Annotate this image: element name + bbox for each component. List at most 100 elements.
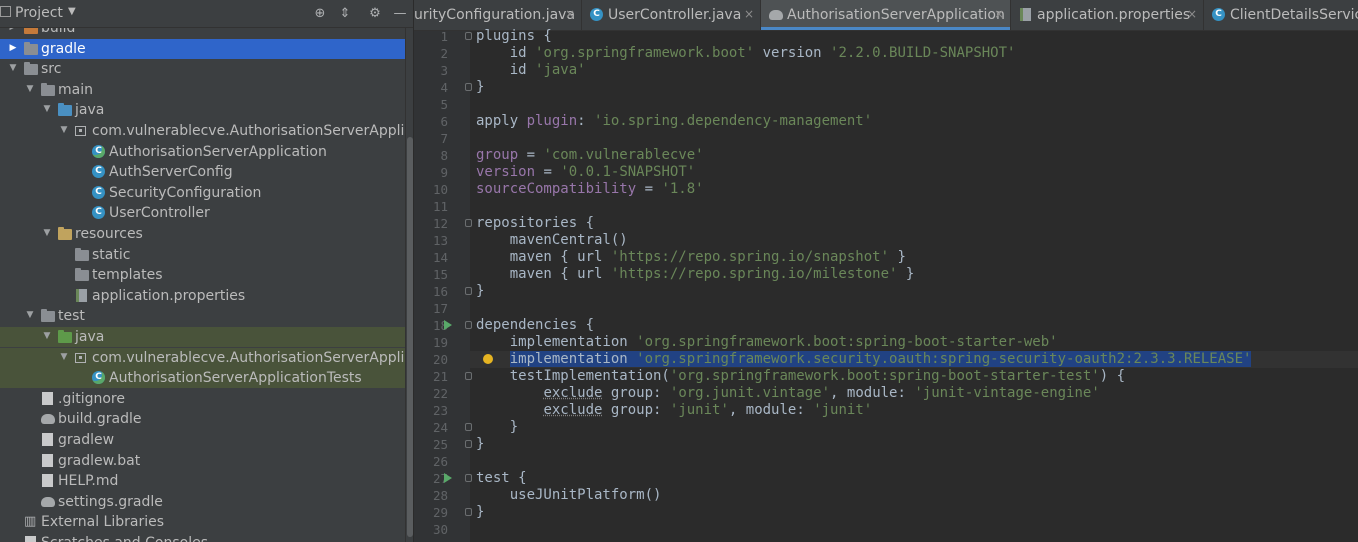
tree-row[interactable]: ▼ java (0, 100, 405, 120)
intention-bulb-icon[interactable] (483, 354, 493, 364)
chevron-down-icon[interactable]: ▼ (42, 104, 52, 114)
editor-gutter[interactable]: 1 2 3 4 5 6 7 8 9 10 11 12 13 14 15 16 17 18 19 20 21 22 23 24 2… (414, 28, 470, 542)
line-number[interactable]: 10 (414, 181, 448, 198)
chevron-down-icon[interactable]: ▼ (42, 331, 52, 341)
fold-marker-icon[interactable] (465, 321, 472, 329)
code-line[interactable]: version = '0.0.1-SNAPSHOT' (476, 164, 695, 181)
code-line[interactable]: exclude group: 'junit', module: 'junit' (476, 402, 872, 419)
close-icon[interactable]: × (565, 7, 575, 21)
code-line[interactable]: id 'org.springframework.boot' version '2… (476, 45, 1016, 62)
editor-tab[interactable]: AuthorisationServerApplication × (761, 0, 1010, 30)
tree-row[interactable]: ▼ src (0, 59, 405, 79)
fold-marker-icon[interactable] (465, 423, 472, 431)
line-number[interactable]: 8 (414, 147, 448, 164)
line-number[interactable]: 29 (414, 504, 448, 521)
chevron-down-icon[interactable]: ▼ (59, 352, 69, 362)
tree-row[interactable]: ▼ test (0, 306, 405, 326)
code-line[interactable]: } (476, 419, 518, 436)
tree-row[interactable]: ▼ main (0, 80, 405, 100)
chevron-down-icon[interactable]: ▼ (25, 310, 35, 320)
tree-row[interactable]: ▶ gradle (0, 38, 405, 59)
code-line[interactable]: id 'java' (476, 62, 586, 79)
line-number[interactable]: 11 (414, 198, 448, 215)
code-line[interactable]: } (476, 436, 484, 453)
code-line[interactable]: useJUnitPlatform() (476, 487, 662, 504)
code-line[interactable]: } (476, 504, 484, 521)
line-number[interactable]: 18 (414, 317, 448, 334)
line-number[interactable]: 3 (414, 62, 448, 79)
tree-row[interactable]: C AuthorisationServerApplication (0, 142, 405, 162)
code-line[interactable]: dependencies { (476, 317, 594, 334)
project-panel-title[interactable]: Project (15, 5, 63, 21)
chevron-down-icon[interactable]: ▼ (42, 228, 52, 238)
tree-row[interactable]: settings.gradle (0, 492, 405, 512)
code-line[interactable]: repositories { (476, 215, 594, 232)
tree-row[interactable]: gradlew.bat (0, 451, 405, 471)
code-editor[interactable]: 1 2 3 4 5 6 7 8 9 10 11 12 13 14 15 16 17 18 19 20 21 22 23 24 2… (414, 28, 1358, 542)
tree-row[interactable]: C AuthServerConfig (0, 162, 405, 182)
line-number[interactable]: 28 (414, 487, 448, 504)
line-number[interactable]: 26 (414, 453, 448, 470)
code-line[interactable]: testImplementation('org.springframework.… (476, 368, 1125, 385)
chevron-down-icon[interactable]: ▼ (25, 84, 35, 94)
editor-tab[interactable]: C ClientDetailsServiceE (1204, 0, 1358, 30)
tree-row[interactable]: ▼ com.vulnerablecve.AuthorisationServerAp… (0, 121, 413, 141)
code-line[interactable]: maven { url 'https://repo.spring.io/mile… (476, 266, 915, 283)
line-number[interactable]: 13 (414, 232, 448, 249)
line-number[interactable]: 16 (414, 283, 448, 300)
run-gutter-icon[interactable] (444, 320, 452, 330)
fold-marker-icon[interactable] (465, 508, 472, 516)
gear-icon[interactable]: ⚙ (367, 6, 383, 21)
line-number[interactable]: 22 (414, 385, 448, 402)
editor-tab[interactable]: C UserController.java × (582, 0, 760, 30)
code-line[interactable]: maven { url 'https://repo.spring.io/snap… (476, 249, 906, 266)
tree-row[interactable]: C AuthorisationServerApplicationTests (0, 368, 405, 389)
line-number[interactable]: 15 (414, 266, 448, 283)
line-number[interactable]: 7 (414, 130, 448, 147)
tree-row[interactable]: C UserController (0, 203, 405, 223)
tree-row[interactable]: static (0, 245, 405, 265)
line-number[interactable]: 19 (414, 334, 448, 351)
close-icon[interactable]: × (1187, 7, 1197, 21)
fold-marker-icon[interactable] (465, 287, 472, 295)
code-line[interactable]: group = 'com.vulnerablecve' (476, 147, 704, 164)
line-number[interactable]: 9 (414, 164, 448, 181)
editor-tab[interactable]: application.properties × (1011, 0, 1203, 30)
tree-row[interactable]: ▥ External Libraries (0, 512, 405, 532)
fold-marker-icon[interactable] (465, 83, 472, 91)
tree-row[interactable]: HELP.md (0, 471, 405, 491)
tree-row[interactable]: ▼ resources (0, 224, 405, 244)
tree-row[interactable]: templates (0, 265, 405, 285)
run-gutter-icon[interactable] (444, 473, 452, 483)
line-number[interactable]: 2 (414, 45, 448, 62)
project-tree[interactable]: ▶build▶gradle▼src▼main▼java▼com.vulnerab… (0, 0, 413, 542)
line-number[interactable]: 6 (414, 113, 448, 130)
tree-row[interactable]: Scratches and Consoles (0, 533, 405, 542)
fold-marker-icon[interactable] (465, 474, 472, 482)
tree-row[interactable]: application.properties (0, 286, 405, 306)
line-number[interactable]: 23 (414, 402, 448, 419)
fold-marker-icon[interactable] (465, 32, 472, 40)
line-number[interactable]: 17 (414, 300, 448, 317)
project-scrollbar[interactable] (405, 27, 413, 542)
code-line[interactable]: apply plugin: 'io.spring.dependency-mana… (476, 113, 872, 130)
tree-row[interactable]: ▼ com.vulnerablecve.AuthorisationServerAp… (0, 347, 413, 368)
line-number[interactable]: 24 (414, 419, 448, 436)
tree-row[interactable]: ▼ java (0, 327, 405, 347)
code-line[interactable]: plugins { (476, 28, 552, 45)
code-line[interactable]: implementation 'org.springframework.secu… (476, 351, 1252, 368)
close-icon[interactable]: × (994, 7, 1004, 21)
code-line[interactable]: exclude group: 'org.junit.vintage', modu… (476, 385, 1099, 402)
line-number[interactable]: 12 (414, 215, 448, 232)
chevron-down-icon[interactable]: ▼ (68, 6, 76, 17)
line-number[interactable]: 1 (414, 28, 448, 45)
chevron-right-icon[interactable]: ▶ (8, 43, 18, 53)
code-line[interactable]: sourceCompatibility = '1.8' (476, 181, 704, 198)
code-line[interactable]: } (476, 283, 484, 300)
line-number[interactable]: 21 (414, 368, 448, 385)
code-line[interactable]: mavenCentral() (476, 232, 628, 249)
close-icon[interactable]: × (744, 7, 754, 21)
code-line[interactable]: } (476, 79, 484, 96)
line-number[interactable]: 25 (414, 436, 448, 453)
code-line[interactable]: implementation 'org.springframework.boot… (476, 334, 1058, 351)
